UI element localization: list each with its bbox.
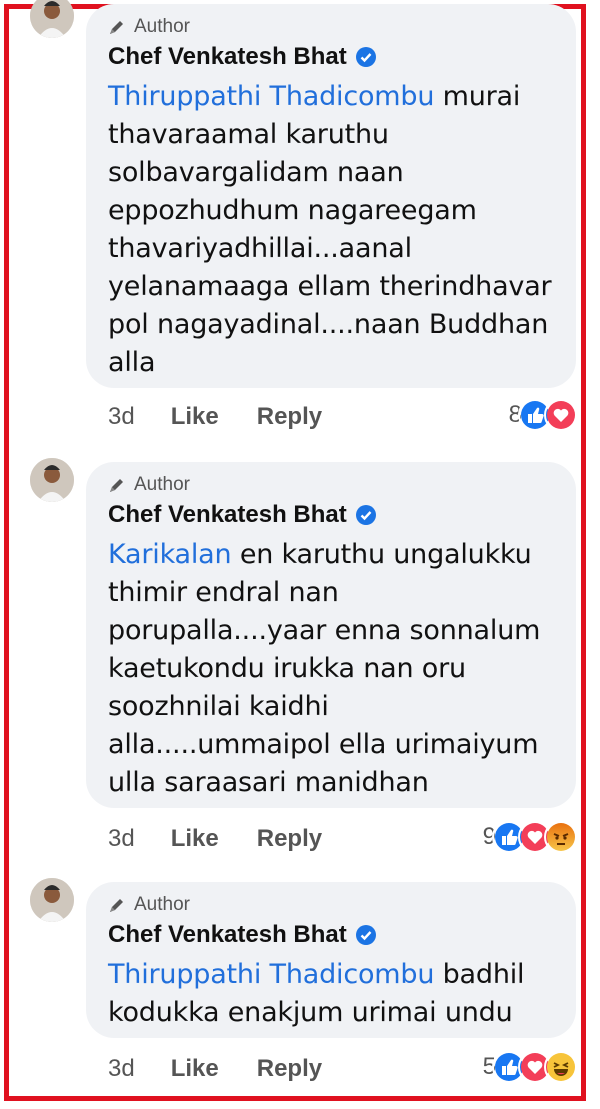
comment-body: murai thavaraamal karuthu solbavargalida…	[108, 81, 552, 378]
reactions-summary[interactable]: 9	[483, 820, 578, 854]
mention-link[interactable]: Thiruppathi Thadicombu	[108, 81, 434, 112]
pen-icon	[108, 896, 126, 914]
commenter-name[interactable]: Chef Venkatesh Bhat	[108, 43, 347, 71]
angry-icon	[544, 820, 578, 854]
avatar[interactable]	[30, 458, 74, 502]
verified-badge-icon	[355, 924, 377, 946]
reactions-summary[interactable]: 8	[509, 398, 578, 432]
comment-text: Karikalan en karuthu ungalukku thimir en…	[108, 536, 554, 802]
reply-button[interactable]: Reply	[257, 403, 322, 431]
mention-link[interactable]: Karikalan	[108, 539, 232, 570]
like-button[interactable]: Like	[171, 825, 219, 853]
verified-badge-icon	[355, 46, 377, 68]
timestamp[interactable]: 3d	[108, 403, 135, 431]
pen-icon	[108, 18, 126, 36]
timestamp[interactable]: 3d	[108, 1055, 135, 1083]
love-icon	[544, 398, 578, 432]
reactions-summary[interactable]: 5	[483, 1050, 578, 1084]
timestamp[interactable]: 3d	[108, 825, 135, 853]
comment-bubble: Author Chef Venkatesh Bhat Thiruppathi T…	[86, 882, 576, 1038]
author-badge-row: Author	[108, 14, 554, 40]
comment-bubble: Author Chef Venkatesh Bhat Thiruppathi T…	[86, 4, 576, 388]
pen-icon	[108, 476, 126, 494]
author-badge-row: Author	[108, 472, 554, 498]
mention-link[interactable]: Thiruppathi Thadicombu	[108, 959, 434, 990]
author-badge-row: Author	[108, 892, 554, 918]
comment-text: Thiruppathi Thadicombu murai thavaraamal…	[108, 78, 554, 382]
reply-button[interactable]: Reply	[257, 1055, 322, 1083]
comment-body: en karuthu ungalukku thimir endral nan p…	[108, 539, 541, 798]
author-tag: Author	[134, 16, 190, 37]
like-button[interactable]: Like	[171, 1055, 219, 1083]
comment-bubble: Author Chef Venkatesh Bhat Karikalan en …	[86, 462, 576, 808]
avatar[interactable]	[30, 878, 74, 922]
verified-badge-icon	[355, 504, 377, 526]
comment-text: Thiruppathi Thadicombu badhil kodukka en…	[108, 956, 554, 1032]
author-tag: Author	[134, 474, 190, 495]
commenter-name[interactable]: Chef Venkatesh Bhat	[108, 921, 347, 949]
author-tag: Author	[134, 894, 190, 915]
commenter-name[interactable]: Chef Venkatesh Bhat	[108, 501, 347, 529]
reply-button[interactable]: Reply	[257, 825, 322, 853]
haha-icon	[544, 1050, 578, 1084]
like-button[interactable]: Like	[171, 403, 219, 431]
